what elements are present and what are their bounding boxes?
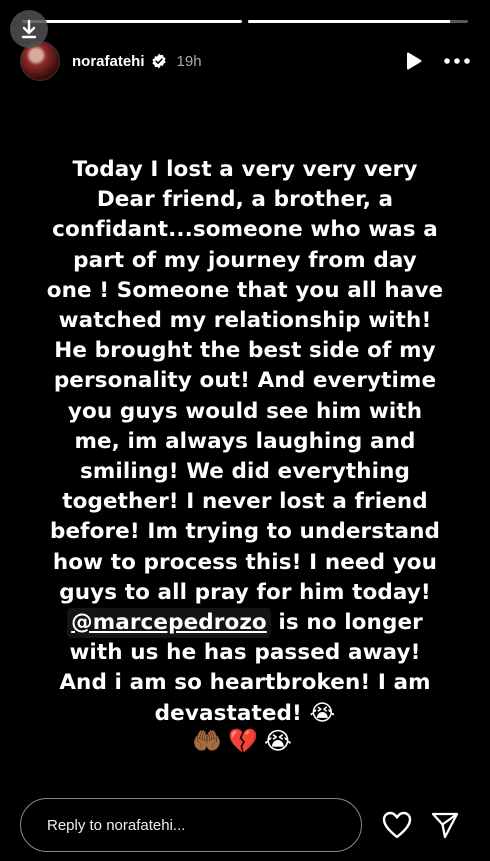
more-options-icon[interactable] bbox=[444, 58, 470, 64]
story-text-line-9: you guys would see him with bbox=[67, 398, 423, 424]
story-text: Today I lost a very very very Dear friend… bbox=[40, 155, 450, 729]
story-text-line-8: personality out! And everytime bbox=[53, 368, 437, 394]
progress-segment-1 bbox=[22, 20, 242, 23]
story-text-line-7: He brought the best side of my bbox=[54, 338, 436, 364]
story-text-line-5: one ! Someone that you all have bbox=[46, 277, 444, 303]
progress-segment-2 bbox=[248, 20, 468, 23]
reply-placeholder: Reply to norafatehi... bbox=[47, 816, 186, 834]
crying-emoji: 😭 bbox=[309, 700, 336, 726]
story-text-line-10: me, im always laughing and bbox=[74, 428, 416, 454]
story-text-line-13: before! Im trying to understand bbox=[49, 519, 440, 545]
mention-after-text: is no longer bbox=[270, 610, 423, 636]
verified-badge-icon bbox=[151, 53, 166, 69]
story-text-line-2: Dear friend, a brother, a bbox=[96, 187, 394, 213]
play-icon[interactable] bbox=[406, 52, 422, 70]
story-progress bbox=[22, 20, 468, 23]
story-text-line-14: how to process this! I need you bbox=[52, 549, 438, 575]
story-text-b-line-2: And i am so heartbroken! I am bbox=[59, 670, 431, 696]
emoji-row: 🤲🏾💔😭 bbox=[192, 727, 298, 755]
like-heart-icon[interactable] bbox=[380, 808, 414, 842]
story-text-line-12: together! I never lost a friend bbox=[62, 489, 428, 515]
mention-tag[interactable]: @marcepedrozo bbox=[67, 608, 271, 639]
last-line: devastated! 😭 bbox=[40, 699, 450, 729]
story-text-line-3: confidant...someone who was a bbox=[52, 217, 438, 243]
share-send-icon[interactable] bbox=[428, 808, 462, 842]
story-text-line-4: part of my journey from day bbox=[73, 247, 417, 273]
post-time: 19h bbox=[176, 52, 202, 70]
story-text-b-line-1: with us he has passed away! bbox=[69, 640, 421, 666]
mention-line: @marcepedrozo is no longer bbox=[40, 608, 450, 639]
last-line-text: devastated! bbox=[154, 700, 302, 726]
story-text-line-11: smiling! We did everything bbox=[80, 459, 410, 485]
download-icon[interactable] bbox=[10, 10, 48, 48]
username[interactable]: norafatehi bbox=[72, 53, 145, 70]
reply-input[interactable]: Reply to norafatehi... bbox=[20, 798, 362, 852]
story-text-line-6: watched my relationship with! bbox=[58, 308, 432, 334]
story-header: norafatehi 19h bbox=[20, 41, 470, 81]
story-text-line-1: Today I lost a very very very bbox=[72, 157, 418, 182]
story-text-line-15: guys to all pray for him today! bbox=[59, 579, 431, 605]
